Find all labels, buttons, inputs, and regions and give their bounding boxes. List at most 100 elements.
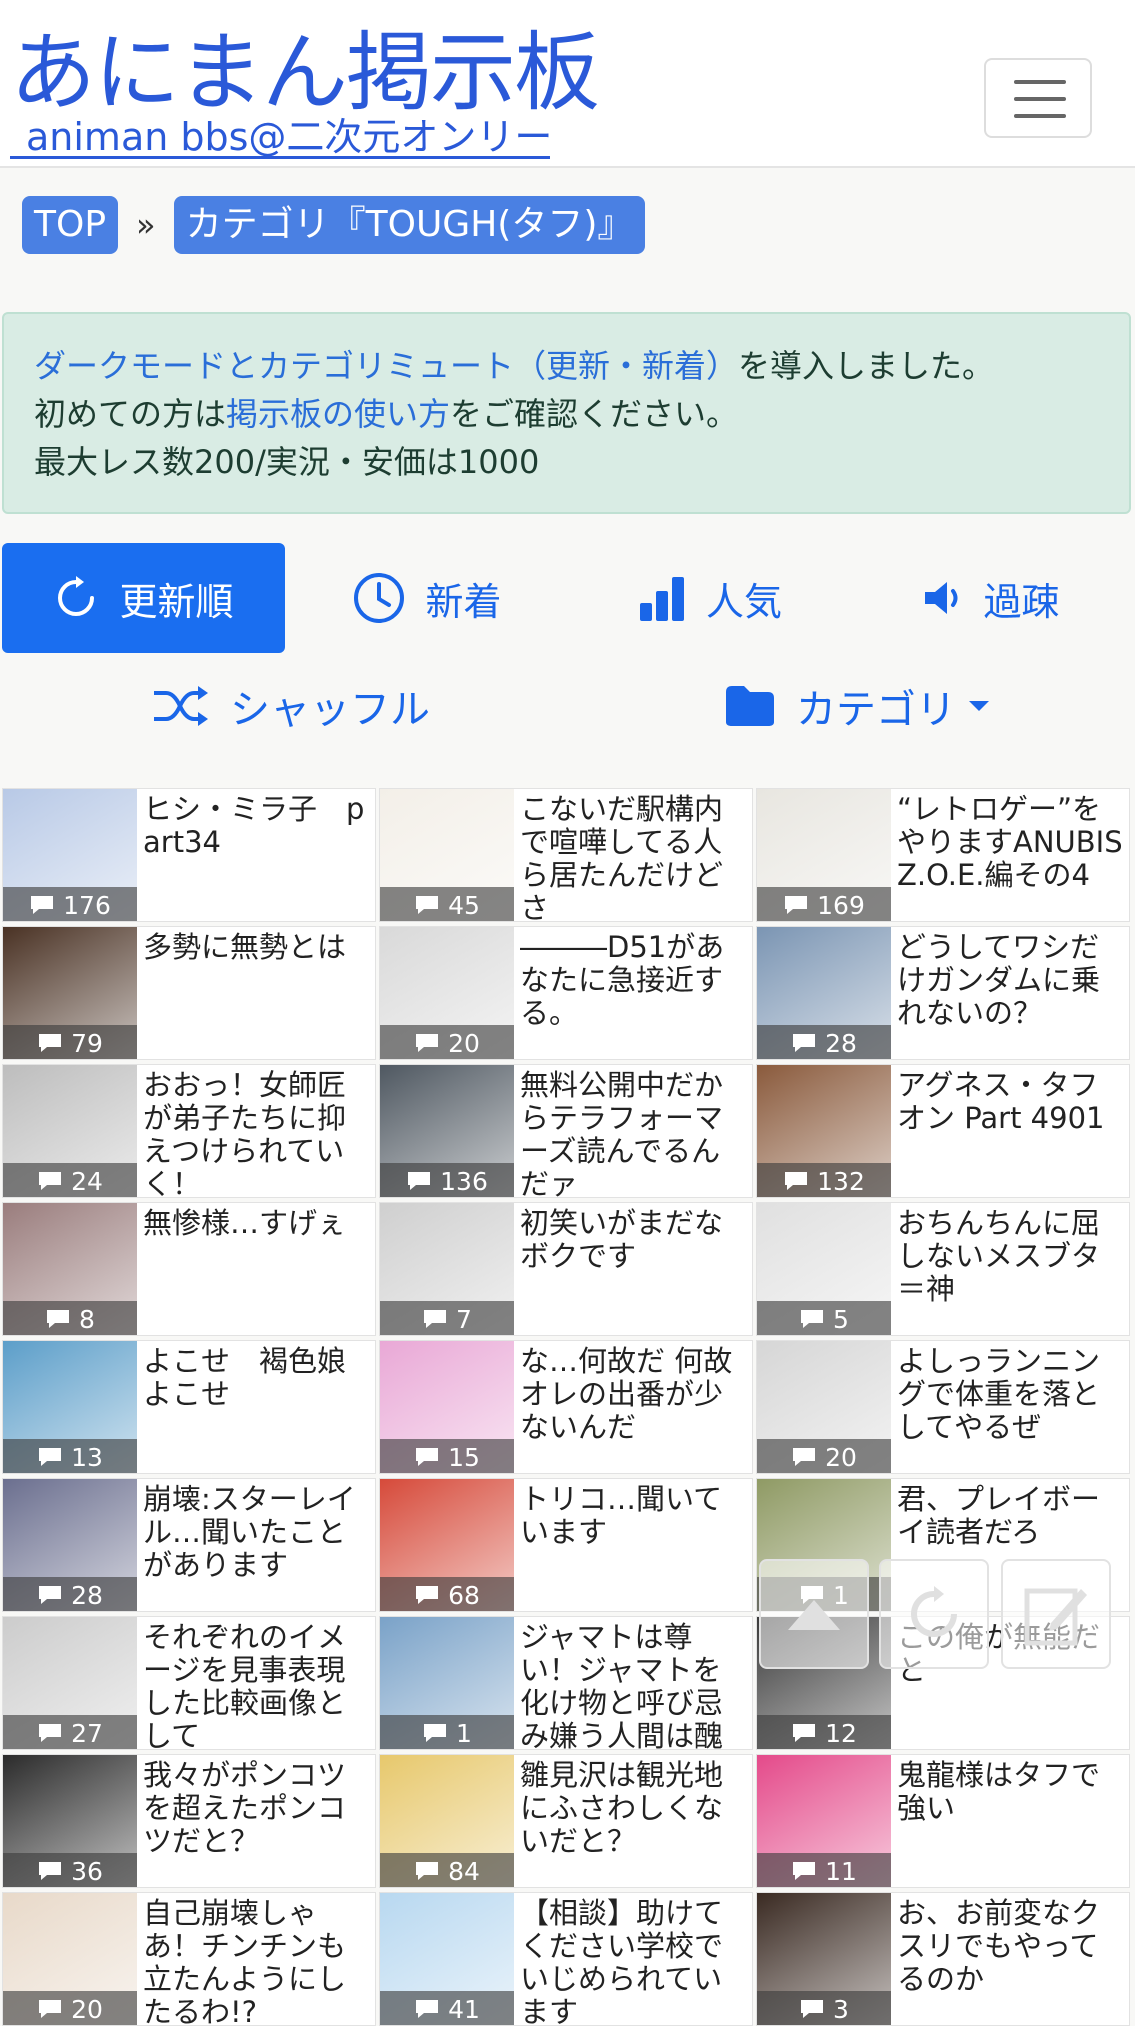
thread-thumbnail[interactable]: 11 xyxy=(757,1755,891,1887)
thread-title[interactable]: 雛見沢は観光地にふさわしくないだと？ xyxy=(520,1759,746,1887)
thread-thumbnail[interactable]: 27 xyxy=(3,1617,137,1749)
thread-title[interactable]: 鬼龍様はタフで強い xyxy=(897,1759,1123,1887)
comment-icon xyxy=(31,896,54,914)
tab-quiet[interactable]: 過疎 xyxy=(850,543,1133,653)
thread-card[interactable]: 169 “レトロゲー”をやりますANUBIS Z.O.E.編その4 xyxy=(756,788,1130,922)
thread-card[interactable]: 28 どうしてワシだけガンダムに乗れないの？ xyxy=(756,926,1130,1060)
tab-new[interactable]: 新着 xyxy=(285,543,570,653)
site-logo[interactable]: あにまん掲示板 xyxy=(10,30,600,116)
thread-title[interactable]: トリコ…聞いています xyxy=(520,1483,746,1611)
thread-thumbnail[interactable]: 84 xyxy=(380,1755,514,1887)
thread-title[interactable]: それぞれのイメージを見事表現した比較画像として xyxy=(143,1621,369,1749)
thread-thumbnail[interactable]: 20 xyxy=(380,927,514,1059)
thread-card[interactable]: 132 アグネス・タフオン Part 4901 xyxy=(756,1064,1130,1198)
category-dropdown[interactable]: カテゴリ xyxy=(724,676,990,736)
tab-popular[interactable]: 人気 xyxy=(570,543,850,653)
thread-thumbnail[interactable]: 176 xyxy=(3,789,137,921)
shuffle-button[interactable]: シャッフル xyxy=(152,676,430,736)
hamburger-menu-icon xyxy=(1014,97,1066,101)
scroll-top-button[interactable] xyxy=(759,1559,869,1669)
thread-title[interactable]: 多勢に無勢とは xyxy=(143,931,369,1059)
notice-line-3: 最大レス数200/実況・安価は1000 xyxy=(34,443,540,481)
reply-count: 20 xyxy=(380,1025,514,1059)
thread-thumbnail[interactable]: 7 xyxy=(380,1203,514,1335)
thread-thumbnail[interactable]: 45 xyxy=(380,789,514,921)
thread-card[interactable]: 3 お、お前変なクスリでもやってるのか xyxy=(756,1892,1130,2026)
thread-thumbnail[interactable]: 1 xyxy=(380,1617,514,1749)
thread-card[interactable]: 20 ―――D51があなたに急接近する。 xyxy=(379,926,753,1060)
thread-card[interactable]: 136 無料公開中だからテラフォーマーズ読んでるんだァ xyxy=(379,1064,753,1198)
thread-title[interactable]: 無惨様…すげぇ xyxy=(143,1207,369,1335)
thread-card[interactable]: 11 鬼龍様はタフで強い xyxy=(756,1754,1130,1888)
thread-thumbnail[interactable]: 3 xyxy=(757,1893,891,2025)
thread-card[interactable]: 8 無惨様…すげぇ xyxy=(2,1202,376,1336)
thread-thumbnail[interactable]: 41 xyxy=(380,1893,514,2025)
thread-thumbnail[interactable]: 68 xyxy=(380,1479,514,1611)
thread-title[interactable]: どうしてワシだけガンダムに乗れないの？ xyxy=(897,931,1123,1059)
hamburger-menu-button[interactable] xyxy=(984,58,1092,138)
thread-title[interactable]: 無料公開中だからテラフォーマーズ読んでるんだァ xyxy=(520,1069,746,1197)
thread-card[interactable]: 41 【相談】助けてください学校でいじめられています xyxy=(379,1892,753,2026)
comment-icon xyxy=(793,1862,816,1880)
thread-thumbnail[interactable]: 132 xyxy=(757,1065,891,1197)
thread-thumbnail[interactable]: 13 xyxy=(3,1341,137,1473)
thread-card[interactable]: 7 初笑いがまだなボクです xyxy=(379,1202,753,1336)
thread-title[interactable]: 【相談】助けてください学校でいじめられています xyxy=(520,1897,746,2025)
thread-title[interactable]: おちんちんに屈しないメスブタ＝神 xyxy=(897,1207,1123,1335)
thread-card[interactable]: 84 雛見沢は観光地にふさわしくないだと？ xyxy=(379,1754,753,1888)
thread-card[interactable]: 68 トリコ…聞いています xyxy=(379,1478,753,1612)
thread-card[interactable]: 20 自己崩壊しゃあ！チンチンも立たんようにしたるわ!? xyxy=(2,1892,376,2026)
thread-thumbnail[interactable]: 15 xyxy=(380,1341,514,1473)
thread-card[interactable]: 24 おおっ！女師匠が弟子たちに抑えつけられていく！ xyxy=(2,1064,376,1198)
thread-card[interactable]: 27 それぞれのイメージを見事表現した比較画像として xyxy=(2,1616,376,1750)
new-thread-button[interactable] xyxy=(1001,1559,1111,1669)
breadcrumb-top-link[interactable]: TOP xyxy=(22,196,119,254)
thread-title[interactable]: ジャマトは尊い！ジャマトを化け物と呼び忌み嫌う人間は醜 xyxy=(520,1621,746,1749)
thread-card[interactable]: 79 多勢に無勢とは xyxy=(2,926,376,1060)
thread-title[interactable]: “レトロゲー”をやりますANUBIS Z.O.E.編その4 xyxy=(897,793,1123,921)
breadcrumb-current-category[interactable]: カテゴリ『TOUGH(タフ)』 xyxy=(173,196,646,254)
thread-card[interactable]: 5 おちんちんに屈しないメスブタ＝神 xyxy=(756,1202,1130,1336)
thread-title[interactable]: おおっ！女師匠が弟子たちに抑えつけられていく！ xyxy=(143,1069,369,1197)
thread-title[interactable]: こないだ駅構内で喧嘩してる人ら居たんだけどさ xyxy=(520,793,746,921)
thread-card[interactable]: 36 我々がポンコツを超えたポンコツだと？ xyxy=(2,1754,376,1888)
thread-thumbnail[interactable]: 28 xyxy=(3,1479,137,1611)
thread-card[interactable]: 176 ヒシ・ミラ子 part34 xyxy=(2,788,376,922)
thread-thumbnail[interactable]: 20 xyxy=(3,1893,137,2025)
thread-title[interactable]: ヒシ・ミラ子 part34 xyxy=(143,793,369,921)
thread-thumbnail[interactable]: 79 xyxy=(3,927,137,1059)
notice-howto-link[interactable]: 掲示板の使い方 xyxy=(226,395,450,433)
thread-thumbnail[interactable]: 8 xyxy=(3,1203,137,1335)
thread-title[interactable]: な…何故だ 何故オレの出番が少ないんだ xyxy=(520,1345,746,1473)
thread-thumbnail[interactable]: 136 xyxy=(380,1065,514,1197)
thread-title[interactable]: ―――D51があなたに急接近する。 xyxy=(520,931,746,1059)
reload-button[interactable] xyxy=(879,1559,989,1669)
thread-title[interactable]: 我々がポンコツを超えたポンコツだと？ xyxy=(143,1759,369,1887)
thread-title[interactable]: 初笑いがまだなボクです xyxy=(520,1207,746,1335)
thread-thumbnail[interactable]: 24 xyxy=(3,1065,137,1197)
thread-thumbnail[interactable]: 169 xyxy=(757,789,891,921)
thread-title[interactable]: 崩壊:スターレイル…聞いたことがあります xyxy=(143,1483,369,1611)
thread-title[interactable]: お、お前変なクスリでもやってるのか xyxy=(897,1897,1123,2025)
thread-card[interactable]: 15 な…何故だ 何故オレの出番が少ないんだ xyxy=(379,1340,753,1474)
thread-card[interactable]: 20 よしっランニングで体重を落としてやるぜ xyxy=(756,1340,1130,1474)
thread-thumbnail[interactable]: 28 xyxy=(757,927,891,1059)
reply-count-value: 3 xyxy=(833,1994,849,2024)
tab-updated[interactable]: 更新順 xyxy=(2,543,285,653)
comment-icon xyxy=(39,2000,62,2018)
thread-card[interactable]: 45 こないだ駅構内で喧嘩してる人ら居たんだけどさ xyxy=(379,788,753,922)
thread-title[interactable]: 自己崩壊しゃあ！チンチンも立たんようにしたるわ!? xyxy=(143,1897,369,2025)
shuffle-icon xyxy=(154,686,208,726)
tab-updated-label: 更新順 xyxy=(119,579,234,624)
thread-thumbnail[interactable]: 5 xyxy=(757,1203,891,1335)
thread-title[interactable]: よこせ 褐色娘よこせ xyxy=(143,1345,369,1473)
thread-title[interactable]: よしっランニングで体重を落としてやるぜ xyxy=(897,1345,1123,1473)
hamburger-menu-icon xyxy=(1014,80,1066,84)
thread-card[interactable]: 28 崩壊:スターレイル…聞いたことがあります xyxy=(2,1478,376,1612)
thread-thumbnail[interactable]: 20 xyxy=(757,1341,891,1473)
thread-card[interactable]: 1 ジャマトは尊い！ジャマトを化け物と呼び忌み嫌う人間は醜 xyxy=(379,1616,753,1750)
thread-title[interactable]: アグネス・タフオン Part 4901 xyxy=(897,1069,1123,1197)
thread-thumbnail[interactable]: 36 xyxy=(3,1755,137,1887)
notice-darkmode-link[interactable]: ダークモードとカテゴリミュート（更新・新着） xyxy=(34,347,738,385)
thread-card[interactable]: 13 よこせ 褐色娘よこせ xyxy=(2,1340,376,1474)
